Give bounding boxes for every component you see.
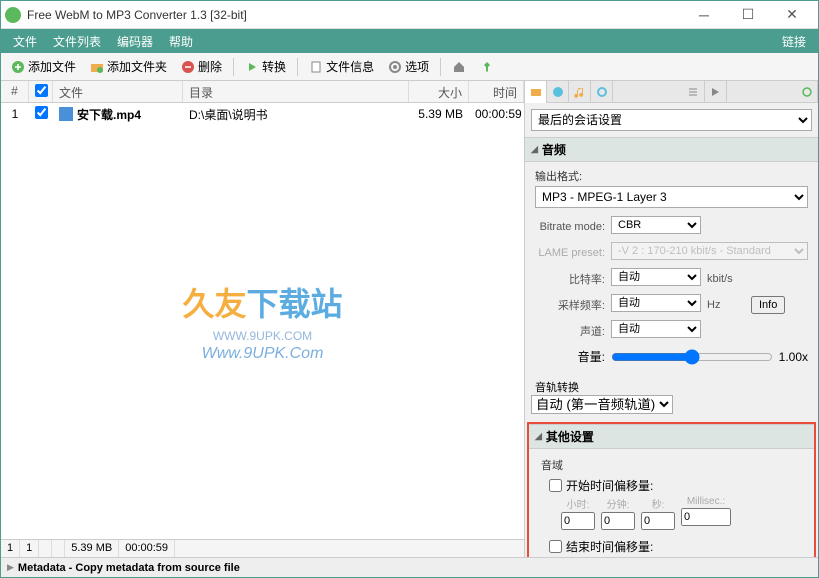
- tab-play[interactable]: [705, 81, 727, 103]
- maximize-button[interactable]: ☐: [726, 1, 770, 29]
- start-ms-input[interactable]: [681, 508, 731, 526]
- tab-refresh[interactable]: [796, 81, 818, 103]
- statusbar: ▶ Metadata - Copy metadata from source f…: [1, 557, 818, 577]
- app-icon: [5, 7, 21, 23]
- output-format-label: 输出格式:: [535, 168, 808, 184]
- file-icon: [59, 107, 73, 121]
- menubar: 文件 文件列表 编码器 帮助 链接: [1, 29, 818, 53]
- titlebar: Free WebM to MP3 Converter 1.3 [32-bit] …: [1, 1, 818, 29]
- start-offset-checkbox[interactable]: [549, 479, 562, 492]
- gear-icon: [388, 60, 402, 74]
- start-hour-input[interactable]: [561, 512, 595, 530]
- file-list[interactable]: 1 安下载.mp4 D:\桌面\说明书 5.39 MB 00:00:59 久友下…: [1, 103, 524, 539]
- col-time[interactable]: 时间: [469, 81, 524, 102]
- settings-pane: 最后的会话设置 ◢音频 输出格式: MP3 - MPEG-1 Layer 3 B…: [524, 81, 818, 559]
- tab-music[interactable]: [569, 81, 591, 103]
- home-icon: [452, 60, 466, 74]
- file-list-header: # 文件 目录 大小 时间: [1, 81, 524, 103]
- add-file-icon: [11, 60, 25, 74]
- session-select[interactable]: 最后的会话设置: [531, 109, 812, 131]
- track-label: 音轨转换: [525, 377, 818, 395]
- tab-disc[interactable]: [547, 81, 569, 103]
- convert-icon: [245, 60, 259, 74]
- window-title: Free WebM to MP3 Converter 1.3 [32-bit]: [27, 8, 682, 22]
- check-all[interactable]: [35, 84, 48, 97]
- file-row[interactable]: 1 安下载.mp4 D:\桌面\说明书 5.39 MB 00:00:59: [1, 103, 524, 125]
- col-check[interactable]: [29, 81, 53, 102]
- expand-icon[interactable]: ▶: [7, 562, 14, 573]
- output-format-select[interactable]: MP3 - MPEG-1 Layer 3: [535, 186, 808, 208]
- tab-gear[interactable]: [591, 81, 613, 103]
- menu-filelist[interactable]: 文件列表: [45, 33, 109, 50]
- start-min-input[interactable]: [601, 512, 635, 530]
- file-list-footer: 1 1 5.39 MB 00:00:59: [1, 539, 524, 559]
- info-button[interactable]: Info: [751, 296, 785, 314]
- col-number[interactable]: #: [1, 81, 29, 102]
- end-offset-checkbox[interactable]: [549, 540, 562, 553]
- options-button[interactable]: 选项: [382, 56, 435, 77]
- file-info-icon: [309, 60, 323, 74]
- channel-select[interactable]: 自动: [611, 320, 701, 338]
- menu-link[interactable]: 链接: [774, 33, 814, 50]
- tab-list[interactable]: [683, 81, 705, 103]
- pin-icon: [480, 60, 494, 74]
- col-size[interactable]: 大小: [409, 81, 469, 102]
- file-info-button[interactable]: 文件信息: [303, 56, 380, 77]
- samplerate-select[interactable]: 自动: [611, 294, 701, 312]
- add-folder-button[interactable]: 添加文件夹: [84, 56, 173, 77]
- home-button[interactable]: [446, 58, 472, 76]
- bitrate-mode-select[interactable]: CBR: [611, 216, 701, 234]
- track-select[interactable]: 自动 (第一音频轨道): [531, 395, 673, 414]
- watermark: 久友下载站 WWW.9UPK.COM Www.9UPK.Com: [182, 279, 342, 363]
- lame-preset-select: -V 2 : 170-210 kbit/s - Standard: [611, 242, 808, 260]
- file-list-pane: # 文件 目录 大小 时间 1 安下载.mp4 D:\桌面\说明书 5.39 M…: [1, 81, 524, 559]
- other-settings-highlight: ◢其他设置 音域 开始时间偏移量: 小时: 分钟: 秒: Millisec.: …: [527, 422, 816, 559]
- range-label: 音域: [541, 457, 802, 473]
- menu-encoder[interactable]: 编码器: [109, 33, 161, 50]
- close-button[interactable]: ✕: [770, 1, 814, 29]
- add-folder-icon: [90, 60, 104, 74]
- col-dir[interactable]: 目录: [183, 81, 409, 102]
- start-sec-input[interactable]: [641, 512, 675, 530]
- settings-tabs: [525, 81, 818, 103]
- delete-button[interactable]: 删除: [175, 56, 228, 77]
- menu-file[interactable]: 文件: [5, 33, 45, 50]
- file-checkbox[interactable]: [35, 106, 48, 119]
- minimize-button[interactable]: ─: [682, 1, 726, 29]
- tab-folder[interactable]: [525, 81, 547, 103]
- pin-button[interactable]: [474, 58, 500, 76]
- toolbar: 添加文件 添加文件夹 删除 转换 文件信息 选项: [1, 53, 818, 81]
- delete-icon: [181, 60, 195, 74]
- add-file-button[interactable]: 添加文件: [5, 56, 82, 77]
- bitrate-select[interactable]: 自动: [611, 268, 701, 286]
- audio-section-header[interactable]: ◢音频: [525, 137, 818, 162]
- other-section-header[interactable]: ◢其他设置: [529, 424, 814, 449]
- convert-button[interactable]: 转换: [239, 56, 292, 77]
- volume-slider[interactable]: [611, 349, 773, 365]
- menu-help[interactable]: 帮助: [161, 33, 201, 50]
- col-file[interactable]: 文件: [53, 81, 183, 102]
